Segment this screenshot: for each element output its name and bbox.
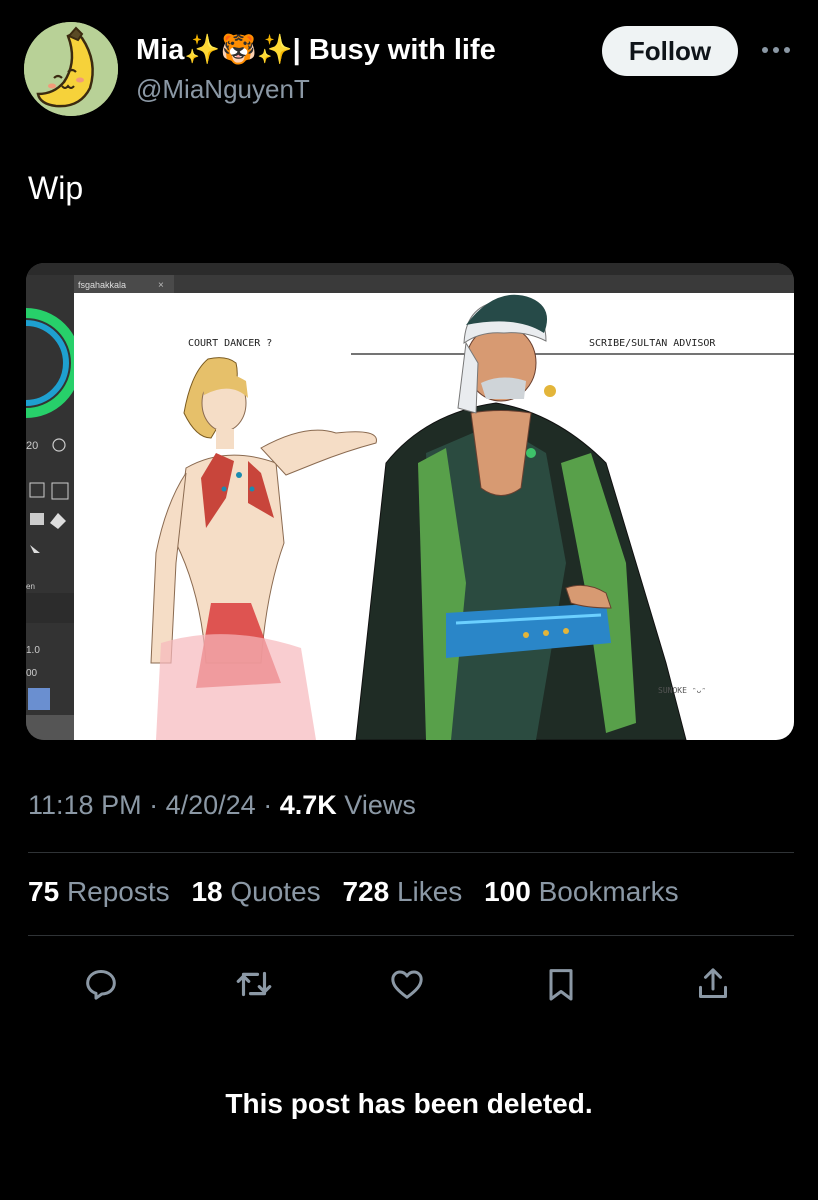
- deleted-notice: This post has been deleted.: [225, 1088, 593, 1119]
- artist-signature: SUNOKE ᵔᴗᵔ: [658, 686, 706, 695]
- reply-icon: [86, 970, 116, 1000]
- user-handle[interactable]: @MiaNguyenT: [136, 74, 310, 105]
- post-time[interactable]: 11:18 PM: [28, 790, 142, 820]
- quotes-label: Quotes: [230, 876, 321, 907]
- caption-left: COURT DANCER ?: [188, 338, 272, 349]
- bookmarks-count: 100: [484, 876, 531, 907]
- repost-button[interactable]: [232, 962, 276, 1006]
- more-options-icon[interactable]: [756, 30, 796, 70]
- likes-count: 728: [342, 876, 390, 907]
- bookmarks-label: Bookmarks: [538, 876, 679, 907]
- views-count: 4.7K: [279, 790, 337, 820]
- engagement-stats: 75 Reposts 18 Quotes 728 Likes 100 Bookm…: [28, 876, 693, 908]
- like-icon: [391, 970, 423, 999]
- display-name[interactable]: Mia✨🐯✨| Busy with life: [136, 33, 496, 67]
- svg-text:×: ×: [158, 280, 164, 291]
- reposts-stat[interactable]: 75 Reposts: [28, 876, 170, 907]
- artwork-illustration: fsgahakkala × 20 en 1.0 00 COURT DANCER …: [26, 263, 794, 740]
- avatar[interactable]: [24, 22, 118, 116]
- panel-label: en: [26, 582, 35, 591]
- bookmark-icon: [549, 969, 573, 1001]
- likes-stat[interactable]: 728 Likes: [342, 876, 462, 907]
- quotes-stat[interactable]: 18 Quotes: [191, 876, 320, 907]
- quotes-count: 18: [191, 876, 223, 907]
- follow-button[interactable]: Follow: [602, 26, 738, 76]
- meta-separator: ·: [263, 790, 273, 820]
- reply-button[interactable]: [79, 962, 123, 1006]
- views-label: Views: [344, 790, 416, 820]
- post-image[interactable]: fsgahakkala × 20 en 1.0 00 COURT DANCER …: [26, 263, 794, 740]
- share-button[interactable]: [691, 962, 735, 1006]
- repost-icon: [236, 971, 272, 997]
- post-text: Wip: [28, 170, 84, 206]
- post-date[interactable]: 4/20/24: [166, 790, 256, 820]
- divider: [28, 852, 794, 853]
- bookmarks-stat[interactable]: 100 Bookmarks: [484, 876, 679, 907]
- caption-right: SCRIBE/SULTAN ADVISOR: [589, 338, 716, 349]
- canvas-tab-label: fsgahakkala: [78, 280, 126, 290]
- panel-value-2: 00: [26, 668, 38, 679]
- panel-value-1: 1.0: [26, 645, 40, 656]
- meta-separator: ·: [149, 790, 159, 820]
- share-icon: [699, 968, 727, 998]
- reposts-count: 75: [28, 876, 60, 907]
- post-meta: 11:18 PM · 4/20/24 · 4.7K Views: [28, 790, 416, 821]
- likes-label: Likes: [396, 876, 463, 907]
- like-button[interactable]: [385, 962, 429, 1006]
- divider: [28, 935, 794, 936]
- banana-icon: [24, 22, 118, 116]
- reposts-label: Reposts: [66, 876, 170, 907]
- panel-number: 20: [26, 440, 38, 452]
- bookmark-button[interactable]: [539, 962, 583, 1006]
